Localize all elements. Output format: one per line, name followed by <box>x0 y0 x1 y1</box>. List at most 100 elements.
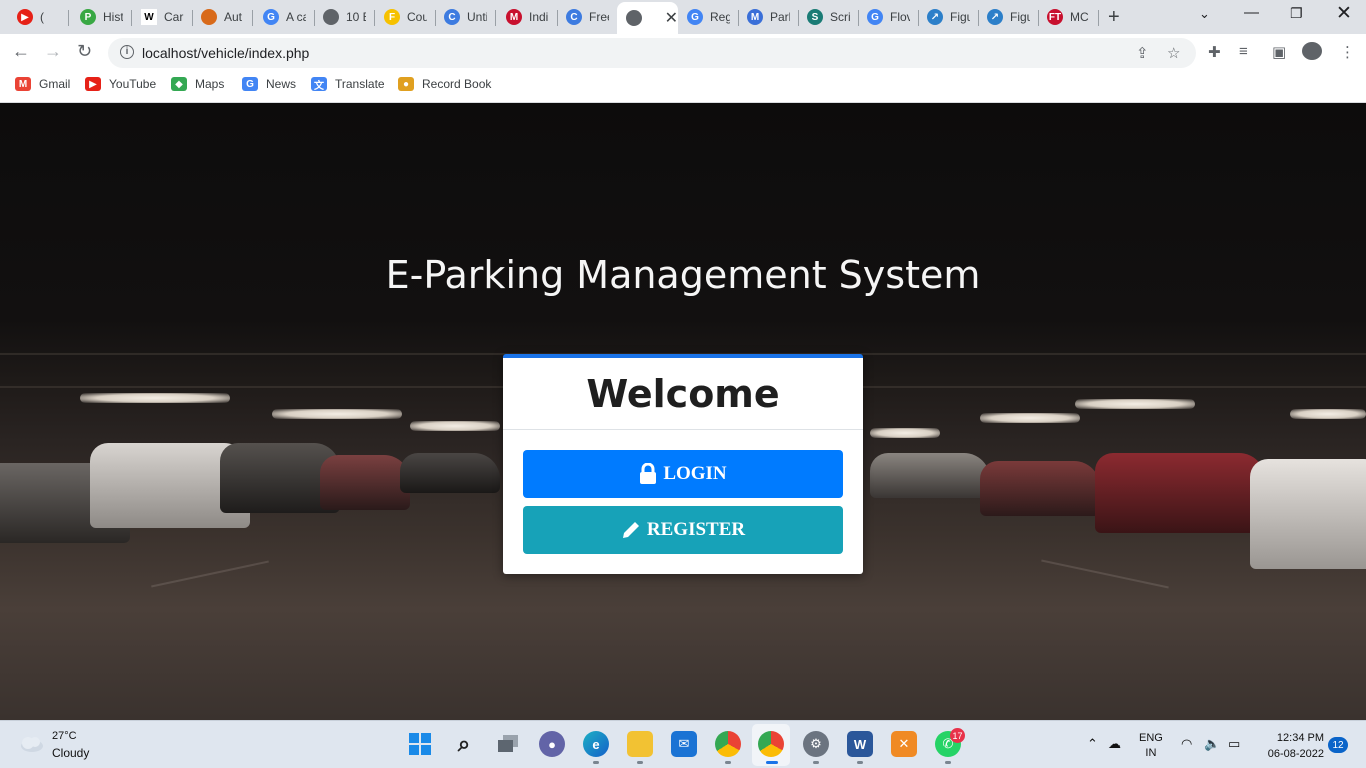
maps-icon: ◆ <box>171 77 187 91</box>
tab-title: 10 E <box>346 10 366 24</box>
page-viewport: E-Parking Management System Welcome LOGI… <box>0 103 1366 720</box>
tab-title: Reg <box>710 10 730 24</box>
tab[interactable]: ↗ Figu <box>918 4 979 30</box>
weather-condition[interactable]: Cloudy <box>52 746 89 760</box>
address-url[interactable]: localhost/vehicle/index.php <box>142 45 309 61</box>
ft-icon: FT <box>1047 9 1063 25</box>
volume-icon[interactable]: 🔈 <box>1204 736 1220 752</box>
chrome-icon[interactable] <box>715 731 741 757</box>
tab[interactable]: F Cou <box>375 4 436 30</box>
tab[interactable]: Aut <box>192 4 253 30</box>
side-panel-icon[interactable]: ▣ <box>1272 43 1286 61</box>
edge-icon[interactable]: e <box>583 731 609 757</box>
ceiling-light <box>980 413 1080 423</box>
tab[interactable]: G Reg <box>678 4 739 30</box>
tab[interactable]: W Car <box>132 4 193 30</box>
mail-icon[interactable]: ✉ <box>671 731 697 757</box>
canva-icon: C <box>444 9 460 25</box>
new-tab-button[interactable]: + <box>1108 6 1120 29</box>
bookmark-label: News <box>266 77 297 91</box>
address-bar[interactable]: i localhost/vehicle/index.php ⇪ ☆ <box>108 38 1196 68</box>
onedrive-icon[interactable]: ☁ <box>1108 736 1121 752</box>
windows-start-icon[interactable] <box>407 731 433 757</box>
tab-separator <box>68 10 69 26</box>
word-icon[interactable]: W <box>847 731 873 757</box>
tab-title: Flov <box>890 10 910 24</box>
minimize-icon[interactable]: — <box>1244 4 1259 21</box>
tab[interactable]: ✕ <box>617 2 678 34</box>
chevron-up-icon[interactable]: ⌃ <box>1087 736 1098 752</box>
figure-icon: ↗ <box>987 9 1003 25</box>
weather-temperature[interactable]: 27°C <box>52 730 77 742</box>
cloud-icon[interactable] <box>18 735 44 753</box>
bookmark-label: Record Book <box>422 77 492 91</box>
settings-gear-icon[interactable]: ⚙ <box>803 731 829 757</box>
wifi-icon[interactable]: ◠ <box>1181 736 1192 752</box>
login-button[interactable]: LOGIN <box>523 450 843 498</box>
tab[interactable]: M Park <box>738 4 799 30</box>
tab[interactable]: M Indi <box>497 4 558 30</box>
tab-title: Cou <box>407 10 427 24</box>
clock-time: 12:34 PM <box>1276 732 1324 744</box>
tab-search-chevron-icon[interactable]: ⌄ <box>1199 6 1210 22</box>
profile-avatar[interactable] <box>1302 42 1322 60</box>
bookmark-label: Maps <box>195 77 225 91</box>
bookmark-label: Translate <box>335 77 385 91</box>
welcome-card: Welcome LOGIN REGISTER <box>503 354 863 574</box>
teams-chat-icon[interactable]: ● <box>539 731 565 757</box>
whatsapp-badge: 17 <box>950 728 965 743</box>
clock-date: 06-08-2022 <box>1267 748 1324 760</box>
tab[interactable]: G Flov <box>858 4 919 30</box>
reload-icon[interactable]: ↻ <box>77 41 92 62</box>
tab[interactable]: C Free <box>557 4 618 30</box>
tab-title: Figu <box>950 10 970 24</box>
ceiling-light <box>1290 409 1366 419</box>
tab[interactable]: 10 E <box>314 4 375 30</box>
tab-close-icon[interactable]: ✕ <box>665 8 678 28</box>
share-icon[interactable]: ⇪ <box>1136 44 1149 62</box>
floor-marking <box>151 560 269 588</box>
back-icon[interactable]: ← <box>12 41 30 62</box>
tab[interactable]: P Hist <box>71 4 132 30</box>
search-icon[interactable]: ⌕ <box>451 731 477 757</box>
running-indicator <box>593 761 599 764</box>
register-label: REGISTER <box>646 519 746 540</box>
language-indicator[interactable]: ENG IN <box>1139 731 1163 761</box>
tab[interactable]: ↗ Figu <box>978 4 1039 30</box>
tab[interactable]: ▶( <box>8 4 69 30</box>
tab[interactable]: S Scri <box>798 4 859 30</box>
running-indicator <box>637 761 643 764</box>
xampp-icon[interactable]: ✕ <box>891 731 917 757</box>
extensions-icon[interactable]: ✚ <box>1208 43 1221 61</box>
login-label: LOGIN <box>663 463 727 484</box>
bookmark-item[interactable]: G News <box>242 77 296 91</box>
register-button[interactable]: REGISTER <box>523 506 843 554</box>
bookmark-item[interactable]: ▶ YouTube <box>85 77 156 91</box>
taskbar: 27°C Cloudy ⌕ ● e ✉ ⚙ W ✕ ✆ 17 ⌃ ☁ ENG I… <box>0 720 1366 768</box>
parked-car <box>320 455 410 510</box>
tab[interactable]: FT MC <box>1038 4 1099 30</box>
menu-kebab-icon[interactable]: ⋮ <box>1340 43 1355 61</box>
battery-icon[interactable]: ▭ <box>1228 736 1240 752</box>
restore-icon[interactable]: ❐ <box>1290 5 1303 22</box>
file-explorer-icon[interactable] <box>627 731 653 757</box>
parked-car <box>980 461 1100 516</box>
bookmark-item[interactable]: 文 Translate <box>311 77 385 92</box>
bookmark-star-icon[interactable]: ☆ <box>1167 44 1180 62</box>
clock[interactable]: 12:34 PM 06-08-2022 <box>1260 730 1324 762</box>
close-window-icon[interactable]: ✕ <box>1336 2 1352 25</box>
site-info-icon[interactable]: i <box>120 45 134 59</box>
running-indicator <box>766 761 778 764</box>
chrome-active-icon[interactable] <box>758 731 784 757</box>
tab[interactable]: G A ca <box>254 4 315 30</box>
bookmark-item[interactable]: ● Record Book <box>398 77 491 91</box>
bookmark-item[interactable]: ◆ Maps <box>171 77 224 91</box>
bookmark-item[interactable]: M Gmail <box>15 77 70 91</box>
wikipedia-icon: W <box>141 9 157 25</box>
media-control-icon[interactable]: ≡ <box>1239 43 1248 60</box>
tab-title: Indi <box>529 10 549 24</box>
notification-count[interactable]: 12 <box>1328 737 1348 753</box>
task-view-icon[interactable] <box>495 731 521 757</box>
tab[interactable]: C Unti <box>435 4 496 30</box>
forward-icon[interactable]: → <box>44 41 62 62</box>
